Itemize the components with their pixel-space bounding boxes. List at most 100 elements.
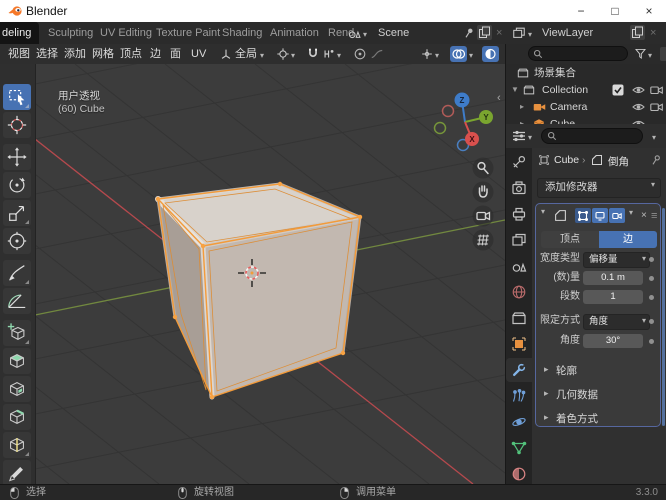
add-modifier-button[interactable]: 添加修改器 <box>537 178 661 198</box>
menu-add[interactable]: 添加 <box>64 44 86 64</box>
perspective-toggle-button[interactable] <box>472 229 494 251</box>
menu-select[interactable]: 选择 <box>36 44 58 64</box>
tab-edges[interactable]: 边 <box>599 231 657 248</box>
pin-icon[interactable] <box>463 27 475 39</box>
tool-scale[interactable] <box>3 200 31 226</box>
new-viewlayer-button[interactable] <box>630 25 645 40</box>
sidebar-collapse-arrow[interactable]: ‹ <box>497 92 501 104</box>
workspace-tab-modeling[interactable]: deling <box>0 22 40 44</box>
pan-hand-button[interactable] <box>472 181 494 203</box>
minimize-button[interactable]: − <box>564 0 598 22</box>
editor-type-chevron[interactable] <box>528 125 532 149</box>
eye-icon[interactable] <box>632 84 645 96</box>
amount-value-field[interactable]: 0.1 m <box>583 271 643 285</box>
animate-dot[interactable] <box>649 276 654 281</box>
viewport-nav-buttons[interactable] <box>472 157 494 251</box>
close-button[interactable]: × <box>632 0 666 22</box>
tab-render[interactable] <box>506 176 532 200</box>
checkbox-icon[interactable] <box>612 84 624 96</box>
render-visibility-camera-icon[interactable] <box>650 101 663 113</box>
outliner-row-cube[interactable]: ▸ Cube <box>506 116 666 124</box>
new-scene-button[interactable] <box>477 25 492 40</box>
outliner-search-input[interactable] <box>528 46 628 61</box>
show-gizmo-icon[interactable] <box>420 47 434 61</box>
animate-dot[interactable] <box>649 295 654 300</box>
scrollbar[interactable] <box>662 208 665 426</box>
angle-value-field[interactable]: 30° <box>583 334 643 348</box>
breadcrumb-object[interactable]: Cube <box>554 154 579 166</box>
axis-neg-y-ball[interactable] <box>433 121 447 135</box>
realtime-display-toggle[interactable] <box>592 208 608 223</box>
animate-dot[interactable] <box>649 257 654 262</box>
outliner-row-camera[interactable]: ▸ Camera <box>506 99 666 115</box>
properties-search-input[interactable] <box>541 128 643 144</box>
viewport-shading-toggle[interactable] <box>482 46 499 62</box>
snap-magnet-icon[interactable] <box>306 47 320 61</box>
scene-name[interactable]: Scene <box>378 22 409 44</box>
tab-output[interactable] <box>506 202 532 226</box>
maximize-button[interactable]: □ <box>598 0 632 22</box>
menu-uv[interactable]: UV <box>191 44 206 64</box>
unlink-scene-button[interactable]: × <box>496 22 502 44</box>
tool-inset-faces[interactable] <box>3 376 31 402</box>
subpanel-shading[interactable]: ▸ 着色方式 <box>536 409 656 427</box>
proportional-editing-icon[interactable] <box>353 47 367 61</box>
width-type-dropdown[interactable]: 偏移量 <box>583 252 650 268</box>
tab-tool[interactable] <box>506 150 532 174</box>
tool-transform[interactable] <box>3 228 31 254</box>
breadcrumb-modifier[interactable]: 倒角 <box>608 154 629 169</box>
tab-view-layer[interactable] <box>506 228 532 252</box>
tool-select-box[interactable] <box>3 84 31 110</box>
pivot-point-icon[interactable] <box>276 47 290 61</box>
eye-icon[interactable] <box>632 101 645 113</box>
drag-grip-icon[interactable] <box>651 206 657 224</box>
tab-modifiers[interactable] <box>506 358 532 382</box>
filter-funnel-icon[interactable] <box>634 47 647 60</box>
orientation-value[interactable]: 全局 <box>235 44 257 64</box>
properties-options-chevron[interactable] <box>652 125 656 149</box>
transform-orientation-icon[interactable] <box>219 47 233 61</box>
tab-scene[interactable] <box>506 254 532 278</box>
menu-face[interactable]: 面 <box>170 44 181 64</box>
subpanel-geometry[interactable]: ▸ 几何数据 <box>536 385 656 403</box>
tool-knife[interactable] <box>3 460 31 484</box>
outliner-row-scene-collection[interactable]: 场景集合 <box>506 65 666 81</box>
modifier-delete-button[interactable]: × <box>641 208 647 223</box>
tool-add-cube[interactable] <box>3 320 31 346</box>
cube-mesh[interactable] <box>155 181 363 400</box>
viewlayer-name[interactable]: ViewLayer <box>542 22 593 44</box>
render-visibility-camera-icon[interactable] <box>650 84 663 96</box>
modifier-extras-chevron[interactable] <box>629 200 633 224</box>
scene-icon[interactable] <box>347 26 361 40</box>
tool-move[interactable] <box>3 144 31 170</box>
subpanel-profile[interactable]: ▸ 轮廓 <box>536 361 656 379</box>
panel-expand-chevron[interactable] <box>541 199 545 223</box>
camera-view-button[interactable] <box>472 205 494 227</box>
workspace-tab-animation[interactable]: Animation <box>262 22 327 44</box>
edit-mode-toggle[interactable] <box>575 208 591 223</box>
viewlayer-dropdown-chevron[interactable] <box>528 22 532 46</box>
remove-viewlayer-button[interactable]: × <box>650 22 656 44</box>
tab-vertices[interactable]: 顶点 <box>541 231 599 248</box>
scene-dropdown-chevron[interactable] <box>363 22 367 46</box>
tool-measure[interactable] <box>3 288 31 314</box>
animate-dot[interactable] <box>649 339 654 344</box>
menu-edge[interactable]: 边 <box>150 44 161 64</box>
collapse-triangle-icon[interactable]: ▸ <box>520 102 524 111</box>
tab-material[interactable] <box>506 462 532 484</box>
tab-world[interactable] <box>506 280 532 304</box>
animate-dot[interactable] <box>649 319 654 324</box>
menu-vertex[interactable]: 顶点 <box>120 44 142 64</box>
outliner-row-collection[interactable]: ▼ Collection <box>506 82 666 98</box>
viewport-3d[interactable]: Z Y X ‹ 用户透视 (60) Cube <box>0 64 505 484</box>
outliner-mode-button[interactable] <box>660 47 666 61</box>
tab-collection[interactable] <box>506 306 532 330</box>
expand-triangle-icon[interactable]: ▼ <box>511 85 519 94</box>
tool-loop-cut[interactable] <box>3 432 31 458</box>
menu-mesh[interactable]: 网格 <box>92 44 114 64</box>
viewport-scene[interactable]: Z Y X ‹ <box>35 64 505 484</box>
viewlayer-icon[interactable] <box>512 26 526 40</box>
tab-object[interactable] <box>506 332 532 356</box>
falloff-curve-icon[interactable] <box>370 47 384 61</box>
tab-object-data[interactable] <box>506 436 532 460</box>
